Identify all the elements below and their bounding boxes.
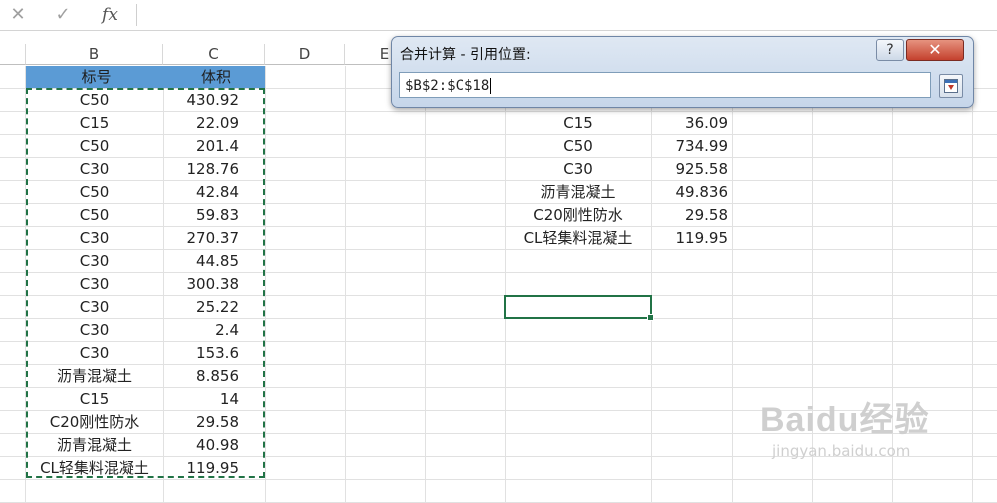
table-row: C30 44.85 [0,250,997,273]
volume-cell[interactable]: 40.98 [163,434,265,456]
volume-cell[interactable]: 2.4 [163,319,265,341]
column-header-c[interactable]: C [163,44,265,65]
table-row: C30 270.37 CL轻集料混凝土 119.95 [0,227,997,250]
fx-icon[interactable]: fx [98,4,122,26]
formula-input[interactable] [138,0,997,30]
close-button[interactable]: ✕ [906,39,964,61]
volume-cell[interactable]: 119.95 [163,457,265,479]
close-icon[interactable]: ✕ [8,4,28,26]
table-row: CL轻集料混凝土 119.95 [0,457,997,480]
grade-cell[interactable]: C50 [26,181,163,203]
volume-cell[interactable]: 44.85 [163,250,265,272]
volume-cell[interactable]: 153.6 [163,342,265,364]
grade-cell[interactable]: 沥青混凝土 [26,365,163,387]
grade-cell[interactable]: C50 [26,204,163,226]
table-row: C50 201.4 C50 734.99 [0,135,997,158]
formula-bar: ✕ ✓ fx [0,0,997,31]
grade-cell[interactable]: C15 [26,388,163,410]
grade-cell[interactable]: C30 [26,158,163,180]
volume-cell[interactable]: 29.58 [163,411,265,433]
grade-cell[interactable]: C30 [26,273,163,295]
header-cell-volume[interactable]: 体积 [163,66,265,88]
volume-cell[interactable]: 430.92 [163,89,265,111]
fill-handle[interactable] [647,314,654,321]
help-button[interactable]: ? [876,39,904,61]
table-row: C30 153.6 [0,342,997,365]
column-header-b[interactable]: B [26,44,163,65]
table-row: C30 300.38 [0,273,997,296]
grade-cell[interactable]: C15 [26,112,163,134]
grade-cell[interactable]: C50 [26,89,163,111]
grade-cell[interactable]: C30 [26,227,163,249]
grade-cell[interactable]: C30 [26,319,163,341]
summary-grade-cell[interactable]: C15 [505,112,651,134]
table-row: C50 42.84 沥青混凝土 49.836 [0,181,997,204]
volume-cell[interactable]: 300.38 [163,273,265,295]
watermark-logo: Baidu经验 [760,401,930,439]
summary-grade-cell[interactable]: C30 [505,158,651,180]
formula-bar-divider [136,4,137,26]
dialog-title: 合并计算 - 引用位置: [400,47,531,63]
volume-cell[interactable]: 270.37 [163,227,265,249]
table-row: C30 2.4 [0,319,997,342]
summary-grade-cell[interactable]: 沥青混凝土 [505,181,651,203]
grade-cell[interactable]: C30 [26,342,163,364]
table-row: C30 25.22 [0,296,997,319]
grade-cell[interactable]: C30 [26,250,163,272]
grade-cell[interactable]: C20刚性防水 [26,411,163,433]
volume-cell[interactable]: 8.856 [163,365,265,387]
column-header-d[interactable]: D [265,44,345,65]
grade-cell[interactable]: C30 [26,296,163,318]
grade-cell[interactable]: C50 [26,135,163,157]
consolidate-reference-dialog[interactable]: 合并计算 - 引用位置: ? ✕ $B$2:$C$18 [391,36,974,108]
summary-volume-cell[interactable]: 29.58 [651,204,732,226]
text-caret [490,78,492,94]
expand-dialog-icon [944,79,958,93]
volume-cell[interactable]: 14 [163,388,265,410]
volume-cell[interactable]: 22.09 [163,112,265,134]
reference-input[interactable]: $B$2:$C$18 [399,72,931,98]
check-icon[interactable]: ✓ [52,4,74,26]
summary-grade-cell[interactable]: CL轻集料混凝土 [505,227,651,249]
table-row [0,480,997,503]
select-all-corner[interactable] [0,44,26,65]
expand-dialog-button[interactable] [939,74,963,98]
volume-cell[interactable]: 42.84 [163,181,265,203]
summary-grade-cell[interactable]: C50 [505,135,651,157]
header-cell-grade[interactable]: 标号 [26,66,163,88]
table-row: C30 128.76 C30 925.58 [0,158,997,181]
volume-cell[interactable]: 128.76 [163,158,265,180]
reference-value: $B$2:$C$18 [405,78,490,94]
summary-volume-cell[interactable]: 36.09 [651,112,732,134]
table-row: C50 59.83 C20刚性防水 29.58 [0,204,997,227]
volume-cell[interactable]: 25.22 [163,296,265,318]
volume-cell[interactable]: 201.4 [163,135,265,157]
volume-cell[interactable]: 59.83 [163,204,265,226]
summary-volume-cell[interactable]: 925.58 [651,158,732,180]
summary-volume-cell[interactable]: 119.95 [651,227,732,249]
table-row: 沥青混凝土 8.856 [0,365,997,388]
table-row: C15 22.09 C15 36.09 [0,112,997,135]
grade-cell[interactable]: 沥青混凝土 [26,434,163,456]
summary-volume-cell[interactable]: 734.99 [651,135,732,157]
active-cell[interactable] [504,295,654,321]
grade-cell[interactable]: CL轻集料混凝土 [26,457,163,479]
summary-grade-cell[interactable]: C20刚性防水 [505,204,651,226]
watermark: Baidu经验 jingyan.baidu.com [760,392,930,460]
summary-volume-cell[interactable]: 49.836 [651,181,732,203]
watermark-url: jingyan.baidu.com [772,442,911,460]
